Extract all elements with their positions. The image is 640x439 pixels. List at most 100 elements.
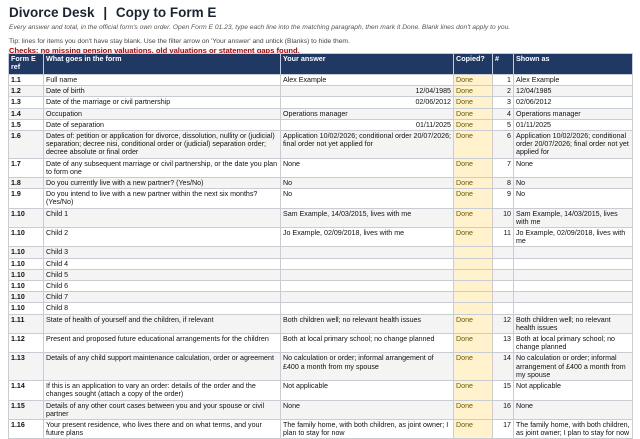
item-cell: Present and proposed future educational …	[43, 333, 281, 354]
shown-cell: None	[513, 399, 633, 420]
copied-cell[interactable]: Done	[453, 227, 493, 248]
table-row: 1.10 Child 8	[8, 302, 633, 315]
ref-cell: 1.10	[8, 268, 44, 282]
table-row: 1.16 Your present residence, who lives th…	[8, 418, 633, 439]
answer-cell[interactable]: Alex Example	[280, 73, 454, 87]
col-header-answer[interactable]: Your answer	[280, 53, 454, 75]
col-header-copied[interactable]: Copied?	[453, 53, 493, 75]
copied-cell[interactable]	[453, 246, 493, 259]
col-header-shown[interactable]: Shown as	[513, 53, 633, 75]
col-header-num[interactable]: #	[492, 53, 514, 75]
answer-cell[interactable]: Both children well; no relevant health i…	[280, 313, 454, 335]
ref-cell: 1.6	[8, 130, 44, 159]
answer-cell[interactable]	[280, 280, 454, 293]
copied-cell[interactable]: Done	[453, 130, 493, 159]
answer-cell[interactable]	[280, 268, 454, 282]
shown-cell: Not applicable	[513, 380, 633, 401]
copied-cell[interactable]	[453, 280, 493, 293]
num-cell	[492, 302, 514, 315]
answer-cell[interactable]: None	[280, 399, 454, 420]
answer-cell[interactable]: Both at local primary school; no change …	[280, 333, 454, 354]
item-cell: Dates of: petition or application for di…	[43, 130, 281, 159]
sheet-title: Copy to Form E	[115, 5, 217, 20]
shown-cell: Jo Example, 02/09/2018, lives with me	[513, 227, 633, 248]
num-cell: 10	[492, 207, 514, 229]
shown-cell: Operations manager	[513, 107, 633, 120]
item-cell: Date of separation	[43, 118, 281, 132]
copied-cell[interactable]: Done	[453, 118, 493, 132]
ref-cell: 1.13	[8, 352, 44, 382]
answer-cell[interactable]: Sam Example, 14/03/2015, lives with me	[280, 207, 454, 229]
shown-cell: None	[513, 157, 633, 179]
ref-cell: 1.1	[8, 73, 44, 87]
table-row: 1.5 Date of separation 01/11/2025 Done 5 01/1…	[8, 118, 633, 132]
copied-cell[interactable]: Done	[453, 177, 493, 190]
answer-cell[interactable]: 02/06/2012	[280, 96, 454, 109]
answer-cell[interactable]	[280, 302, 454, 315]
copied-cell[interactable]: Done	[453, 333, 493, 354]
answer-cell[interactable]: No	[280, 188, 454, 209]
item-cell: If this is an application to vary an ord…	[43, 380, 281, 401]
table-row: 1.10 Child 4	[8, 257, 633, 270]
shown-cell: Sam Example, 14/03/2015, lives with me	[513, 207, 633, 229]
num-cell: 16	[492, 399, 514, 420]
ref-cell: 1.9	[8, 188, 44, 209]
copied-cell[interactable]: Done	[453, 85, 493, 98]
ref-cell: 1.11	[8, 313, 44, 335]
answer-cell[interactable]: Application 10/02/2026; conditional orde…	[280, 130, 454, 159]
item-cell: Do you intend to live with a new partner…	[43, 188, 281, 209]
ref-cell: 1.12	[8, 333, 44, 354]
copied-cell[interactable]: Done	[453, 107, 493, 120]
copied-cell[interactable]	[453, 268, 493, 282]
answer-cell[interactable]: Jo Example, 02/09/2018, lives with me	[280, 227, 454, 248]
num-cell	[492, 280, 514, 293]
copied-cell[interactable]: Done	[453, 207, 493, 229]
answer-cell[interactable]	[280, 246, 454, 259]
item-cell: Details of any other court cases between…	[43, 399, 281, 420]
copied-cell[interactable]	[453, 257, 493, 270]
answer-cell[interactable]: 01/11/2025	[280, 118, 454, 132]
item-cell: Child 6	[43, 280, 281, 293]
table-row: 1.1 Full name Alex Example Done 1 Alex Exampl…	[8, 73, 633, 87]
answer-cell[interactable]	[280, 291, 454, 304]
shown-cell	[513, 246, 633, 259]
copied-cell[interactable]: Done	[453, 96, 493, 109]
item-cell: State of health of yourself and the chil…	[43, 313, 281, 335]
answer-cell[interactable]: No calculation or order; informal arrang…	[280, 352, 454, 382]
num-cell: 4	[492, 107, 514, 120]
answer-cell[interactable]: The family home, with both children, as …	[280, 418, 454, 439]
copied-cell[interactable]	[453, 302, 493, 315]
copied-cell[interactable]: Done	[453, 352, 493, 382]
shown-cell: Both at local primary school; no change …	[513, 333, 633, 354]
instructions: Every answer and total, in the official …	[9, 24, 511, 31]
ref-cell: 1.10	[8, 246, 44, 259]
item-cell: Date of the marriage or civil partnershi…	[43, 96, 281, 109]
answer-cell[interactable]: Not applicable	[280, 380, 454, 401]
answer-cell[interactable]: Operations manager	[280, 107, 454, 120]
shown-cell	[513, 302, 633, 315]
col-header-ref[interactable]: Form E ref	[8, 53, 44, 75]
table-row: 1.3 Date of the marriage or civil partner…	[8, 96, 633, 109]
answer-cell[interactable]: No	[280, 177, 454, 190]
answer-cell[interactable]: 12/04/1985	[280, 85, 454, 98]
ref-cell: 1.7	[8, 157, 44, 179]
answer-cell[interactable]: None	[280, 157, 454, 179]
copied-cell[interactable]: Done	[453, 188, 493, 209]
num-cell: 1	[492, 73, 514, 87]
table-row: 1.13 Details of any child support mainten…	[8, 352, 633, 382]
copied-cell[interactable]: Done	[453, 73, 493, 87]
copied-cell[interactable]: Done	[453, 399, 493, 420]
copied-cell[interactable]: Done	[453, 157, 493, 179]
table-row: 1.8 Do you currently live with a new part…	[8, 177, 633, 190]
answer-cell[interactable]	[280, 257, 454, 270]
copied-cell[interactable]	[453, 291, 493, 304]
col-header-item[interactable]: What goes in the form	[43, 53, 281, 75]
shown-cell	[513, 291, 633, 304]
copied-cell[interactable]: Done	[453, 380, 493, 401]
item-cell: Do you currently live with a new partner…	[43, 177, 281, 190]
copied-cell[interactable]: Done	[453, 418, 493, 439]
shown-cell: No calculation or order; informal arrang…	[513, 352, 633, 382]
table-row: 1.10 Child 5	[8, 268, 633, 282]
copied-cell[interactable]: Done	[453, 313, 493, 335]
tip-text: Tip: lines for items you don't have stay…	[9, 38, 350, 45]
